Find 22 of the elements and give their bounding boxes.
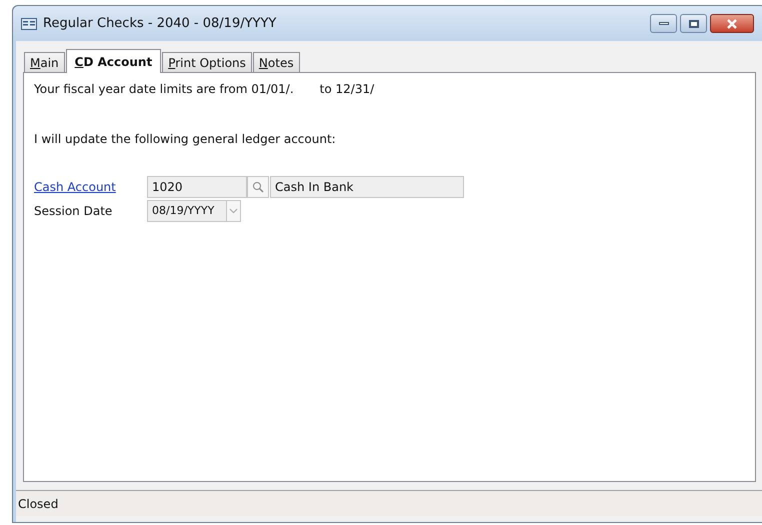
maximize-button[interactable] bbox=[680, 14, 707, 33]
close-button[interactable] bbox=[710, 14, 754, 33]
status-text: Closed bbox=[18, 496, 58, 512]
fiscal-to-text: to 12/31/ bbox=[320, 81, 374, 98]
tab[interactable]: Notes bbox=[252, 52, 300, 72]
search-icon bbox=[252, 181, 264, 193]
update-text: I will update the following general ledger account: bbox=[34, 131, 337, 148]
tab[interactable]: Print Options bbox=[162, 52, 252, 72]
session-date-field[interactable]: 08/19/YYYY bbox=[147, 200, 241, 222]
session-date-label: Session Date bbox=[34, 203, 114, 220]
minimize-button[interactable] bbox=[650, 14, 677, 33]
close-icon bbox=[726, 18, 738, 28]
window-icon bbox=[21, 18, 37, 30]
dropdown-icon bbox=[226, 201, 240, 221]
lookup-button[interactable] bbox=[247, 176, 269, 198]
tab[interactable]: Main bbox=[24, 52, 65, 72]
cash-account-link[interactable]: Cash Account bbox=[34, 178, 147, 196]
account-field[interactable]: 1020 bbox=[147, 176, 247, 198]
tab[interactable]: CD Account bbox=[66, 49, 162, 73]
window-title: Regular Checks - 2040 - 08/19/YYYY bbox=[43, 14, 276, 33]
fiscal-from-text: Your fiscal year date limits are from 01/01/. bbox=[34, 81, 294, 98]
description-field: Cash In Bank bbox=[270, 176, 464, 198]
